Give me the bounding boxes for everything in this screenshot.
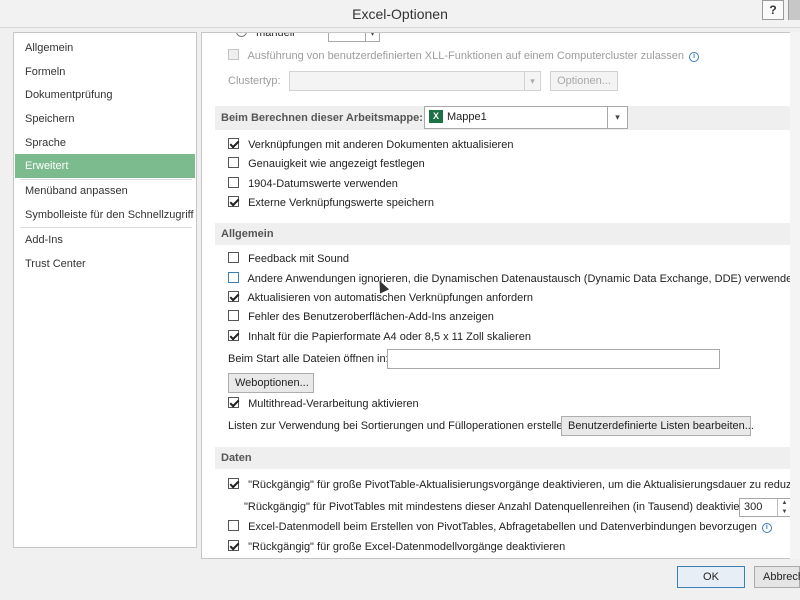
date-1904-label: 1904-Datumswerte verwenden bbox=[248, 178, 398, 190]
ask-update-links-checkbox[interactable] bbox=[228, 291, 239, 302]
update-links-label: Verknüpfungen mit anderen Dokumenten akt… bbox=[248, 139, 514, 151]
save-external-values-checkbox[interactable] bbox=[228, 196, 239, 207]
general-option-row: Inhalt für die Papierformate A4 oder 8,5… bbox=[228, 328, 531, 346]
vertical-scrollbar[interactable] bbox=[790, 32, 800, 559]
sidebar-item-trust-center[interactable]: Trust Center bbox=[15, 252, 195, 276]
info-icon: i bbox=[761, 523, 772, 533]
data-section-header: Daten bbox=[215, 447, 792, 469]
chevron-down-icon[interactable]: ▾ bbox=[365, 33, 379, 41]
save-external-values-label: Externe Verknüpfungswerte speichern bbox=[248, 197, 434, 209]
cancel-button[interactable]: Abbrechen bbox=[754, 566, 800, 588]
info-icon: i bbox=[689, 52, 700, 62]
startup-folder-label: Beim Start alle Dateien öffnen in: bbox=[228, 353, 389, 365]
calc-option-row: Externe Verknüpfungswerte speichern bbox=[228, 194, 434, 212]
options-panel: manuell ▾ Ausführung von benutzerdefinie… bbox=[201, 32, 800, 559]
ignore-dde-label: Andere Anwendungen ignorieren, die Dynam… bbox=[247, 273, 799, 285]
scale-paper-checkbox[interactable] bbox=[228, 330, 239, 341]
pivot-rows-spinner[interactable]: 300 ▲ ▼ bbox=[739, 498, 792, 517]
cluster-options-button[interactable]: Optionen... bbox=[550, 71, 618, 91]
prefer-datamodel-checkbox[interactable] bbox=[228, 520, 239, 531]
data-option-row: Excel-Datenmodell beim Erstellen von Piv… bbox=[228, 518, 772, 536]
clustertyp-select[interactable]: ▾ bbox=[289, 71, 541, 91]
general-option-row: Andere Anwendungen ignorieren, die Dynam… bbox=[228, 270, 798, 288]
addin-errors-checkbox[interactable] bbox=[228, 310, 239, 321]
custom-lists-label: Listen zur Verwendung bei Sortierungen u… bbox=[228, 420, 572, 432]
feedback-sound-label: Feedback mit Sound bbox=[248, 253, 349, 265]
sidebar: Allgemein Formeln Dokumentprüfung Speich… bbox=[13, 32, 197, 548]
prefer-datamodel-label: Excel-Datenmodell beim Erstellen von Piv… bbox=[248, 521, 757, 533]
precision-checkbox[interactable] bbox=[228, 157, 239, 168]
general-option-row: Feedback mit Sound bbox=[228, 250, 349, 268]
calc-option-row: Verknüpfungen mit anderen Dokumenten akt… bbox=[228, 136, 513, 154]
calc-section-label: Beim Berechnen dieser Arbeitsmappe: bbox=[221, 112, 423, 124]
xll-cluster-row: Ausführung von benutzerdefinierten XLL-F… bbox=[228, 47, 700, 65]
precision-label: Genauigkeit wie angezeigt festlegen bbox=[248, 158, 425, 170]
calc-option-row: Genauigkeit wie angezeigt festlegen bbox=[228, 155, 425, 173]
feedback-sound-checkbox[interactable] bbox=[228, 252, 239, 263]
workbook-select[interactable]: X Mappe1 ▾ bbox=[424, 106, 628, 129]
chevron-down-icon[interactable]: ▾ bbox=[607, 107, 627, 128]
ok-button[interactable]: OK bbox=[677, 566, 745, 588]
update-links-checkbox[interactable] bbox=[228, 138, 239, 149]
sidebar-item-schnellzugriff[interactable]: Symbolleiste für den Schnellzugriff bbox=[15, 203, 195, 227]
workbook-value: Mappe1 bbox=[447, 111, 487, 123]
manual-radio[interactable] bbox=[236, 33, 247, 37]
undo-pivot-label: "Rückgängig" für große PivotTable-Aktual… bbox=[248, 479, 800, 491]
manual-calc-row: manuell bbox=[236, 32, 295, 42]
title-bar: Excel-Optionen ? bbox=[0, 0, 800, 28]
sidebar-item-dokumentpruefung[interactable]: Dokumentprüfung bbox=[15, 83, 195, 107]
scale-paper-label: Inhalt für die Papierformate A4 oder 8,5… bbox=[248, 331, 531, 343]
sidebar-item-speichern[interactable]: Speichern bbox=[15, 107, 195, 131]
addin-errors-label: Fehler des Benutzeroberflächen-Add-Ins a… bbox=[248, 311, 494, 323]
data-option-row: "Rückgängig" für große PivotTable-Aktual… bbox=[228, 476, 800, 494]
multithread-label: Multithread-Verarbeitung aktivieren bbox=[248, 398, 419, 410]
ignore-dde-checkbox[interactable] bbox=[228, 272, 239, 283]
general-section-header: Allgemein bbox=[215, 223, 792, 245]
iterations-input[interactable]: ▾ bbox=[328, 33, 380, 42]
undo-pivot-checkbox[interactable] bbox=[228, 478, 239, 489]
chevron-down-icon[interactable]: ▾ bbox=[524, 72, 540, 90]
startup-folder-input[interactable] bbox=[387, 349, 720, 369]
clustertyp-label: Clustertyp: bbox=[228, 75, 281, 87]
sidebar-item-formeln[interactable]: Formeln bbox=[15, 60, 195, 84]
date-1904-checkbox[interactable] bbox=[228, 177, 239, 188]
sidebar-item-erweitert[interactable]: Erweitert bbox=[15, 154, 195, 178]
manual-radio-label: manuell bbox=[256, 32, 295, 39]
xll-cluster-checkbox[interactable] bbox=[228, 49, 239, 60]
sidebar-item-add-ins[interactable]: Add-Ins bbox=[15, 228, 195, 252]
pivot-rows-value: 300 bbox=[744, 501, 763, 513]
help-button[interactable]: ? bbox=[762, 0, 784, 20]
undo-datamodel-label: "Rückgängig" für große Excel-Datenmodell… bbox=[248, 541, 566, 553]
sidebar-item-allgemein[interactable]: Allgemein bbox=[15, 36, 195, 60]
data-option-row: "Rückgängig" für große Excel-Datenmodell… bbox=[228, 538, 565, 556]
multithread-checkbox[interactable] bbox=[228, 397, 239, 408]
ask-update-links-label: Aktualisieren von automatischen Verknüpf… bbox=[247, 292, 534, 304]
sidebar-item-sprache[interactable]: Sprache bbox=[15, 131, 195, 155]
excel-icon: X bbox=[429, 110, 443, 123]
close-button[interactable] bbox=[788, 0, 800, 20]
multithread-row: Multithread-Verarbeitung aktivieren bbox=[228, 395, 419, 413]
spinner-buttons[interactable]: ▲ ▼ bbox=[777, 499, 791, 516]
calc-option-row: 1904-Datumswerte verwenden bbox=[228, 175, 398, 193]
edit-custom-lists-button[interactable]: Benutzerdefinierte Listen bearbeiten... bbox=[561, 416, 754, 436]
sidebar-item-menueband[interactable]: Menüband anpassen bbox=[15, 179, 195, 203]
undo-datamodel-checkbox[interactable] bbox=[228, 540, 239, 551]
pivot-rows-label: "Rückgängig" für PivotTables mit mindest… bbox=[244, 501, 759, 513]
xll-cluster-label: Ausführung von benutzerdefinierten XLL-F… bbox=[247, 50, 685, 62]
window-title: Excel-Optionen bbox=[352, 6, 448, 22]
web-options-button[interactable]: Weboptionen... bbox=[228, 373, 314, 393]
general-option-row: Fehler des Benutzeroberflächen-Add-Ins a… bbox=[228, 308, 494, 326]
